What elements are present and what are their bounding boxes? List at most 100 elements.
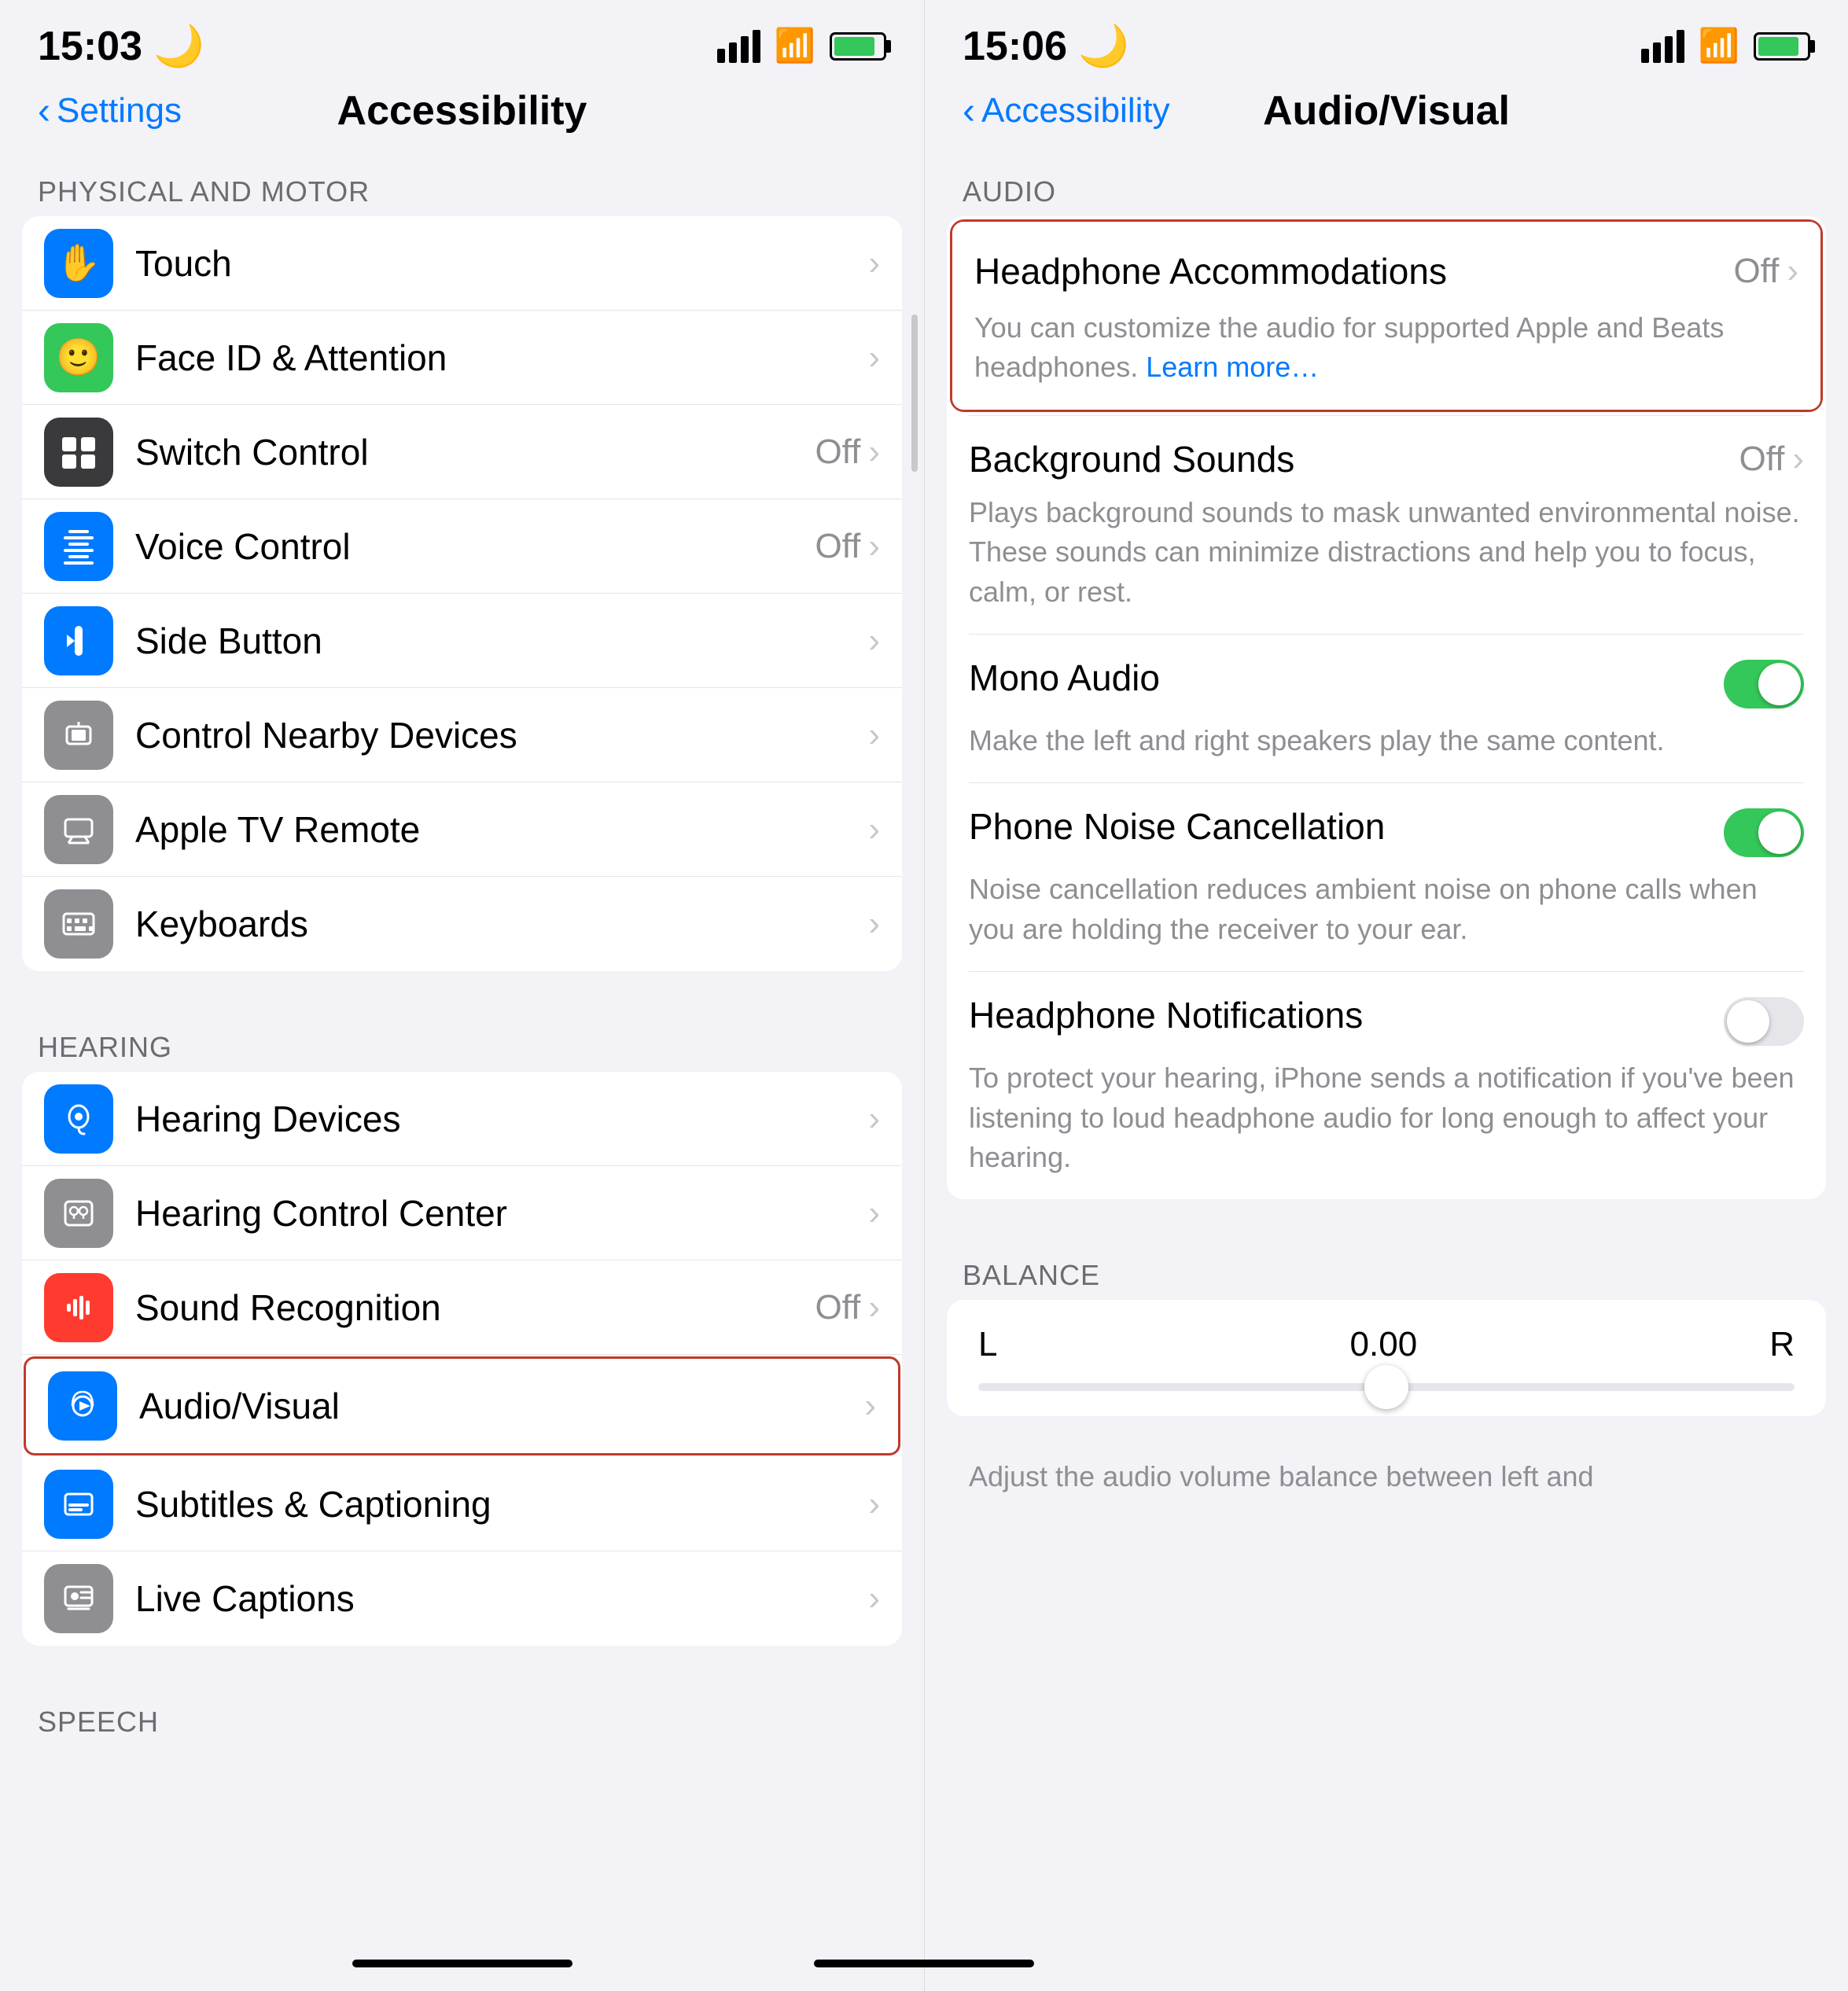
headphone-accommodations-sub: You can customize the audio for supporte… [952, 308, 1820, 410]
bar2 [1653, 42, 1661, 63]
background-sounds-value: Off [1739, 440, 1784, 479]
apple-tv-label: Apple TV Remote [135, 808, 420, 851]
right-status-icons: 📶 [1641, 27, 1810, 65]
live-captions-item[interactable]: Live Captions › [22, 1551, 902, 1646]
hearing-control-center-label: Hearing Control Center [135, 1192, 507, 1235]
toggle-thumb [1758, 663, 1801, 705]
headphone-accommodations-item[interactable]: Headphone Accommodations Off › [952, 222, 1820, 308]
voice-control-value: Off [815, 527, 860, 566]
chevron-right-icon: › [868, 810, 880, 849]
phone-noise-cancellation-label: Phone Noise Cancellation [969, 805, 1385, 848]
right-home-indicator [814, 1960, 1034, 1967]
right-wifi-icon: 📶 [1699, 27, 1739, 65]
chevron-right-icon: › [1792, 440, 1804, 479]
bar2 [729, 42, 737, 63]
section-physical-header: PHYSICAL AND MOTOR [0, 153, 924, 216]
right-moon-icon: 🌙 [1078, 22, 1129, 70]
sound-recognition-item[interactable]: Sound Recognition Off › [22, 1260, 902, 1355]
balance-value: 0.00 [1350, 1325, 1418, 1364]
chevron-right-icon: › [868, 432, 880, 472]
chevron-right-icon: › [864, 1386, 876, 1426]
bar3 [741, 36, 749, 63]
right-status-time: 15:06 🌙 [963, 22, 1129, 70]
headphone-accommodations-value: Off [1733, 252, 1779, 291]
background-sounds-item[interactable]: Background Sounds Off › [947, 416, 1826, 480]
battery-icon [830, 32, 886, 61]
left-nav-bar: ‹ Settings Accessibility [0, 78, 924, 153]
touch-item[interactable]: ✋ Touch › [22, 216, 902, 311]
left-status-icons: 📶 [717, 27, 886, 65]
keyboards-item[interactable]: Keyboards › [22, 877, 902, 971]
left-phone-panel: 15:03 🌙 📶 ‹ Settings Accessibility PHYSI… [0, 0, 924, 1991]
chevron-right-icon: › [868, 904, 880, 944]
signal-bars-icon [717, 30, 760, 63]
headphone-notifications-sub: To protect your hearing, iPhone sends a … [947, 1046, 1826, 1199]
right-phone-panel: 15:06 🌙 📶 ‹ Accessibility Audio/Visual A… [924, 0, 1848, 1991]
control-nearby-label: Control Nearby Devices [135, 714, 517, 756]
toggle-thumb [1727, 1000, 1769, 1043]
voice-control-item[interactable]: Voice Control Off › [22, 499, 902, 594]
balance-left-label: L [978, 1325, 997, 1364]
hearing-devices-item[interactable]: Hearing Devices › [22, 1072, 902, 1166]
right-page-title: Audio/Visual [1263, 87, 1510, 134]
subtitles-captioning-icon [44, 1470, 113, 1539]
section-speech-header: SPEECH [0, 1684, 924, 1746]
chevron-right-icon: › [868, 1194, 880, 1233]
hearing-devices-icon [44, 1084, 113, 1154]
left-status-bar: 15:03 🌙 📶 [0, 0, 924, 78]
right-back-button[interactable]: ‹ Accessibility [963, 90, 1170, 133]
balance-right-label: R [1769, 1325, 1795, 1364]
back-button[interactable]: ‹ Settings [38, 90, 182, 133]
mono-audio-item[interactable]: Mono Audio [947, 635, 1826, 708]
chevron-right-icon: › [1787, 252, 1798, 291]
section-hearing-header: HEARING [0, 1009, 924, 1072]
headphone-notifications-item[interactable]: Headphone Notifications [947, 972, 1826, 1046]
balance-slider-thumb[interactable] [1364, 1365, 1408, 1409]
right-signal-bars-icon [1641, 30, 1684, 63]
headphone-notifications-toggle[interactable] [1724, 997, 1804, 1046]
phone-noise-cancellation-sub: Noise cancellation reduces ambient noise… [947, 857, 1826, 971]
audio-visual-item[interactable]: Audio/Visual › [24, 1356, 900, 1456]
control-nearby-item[interactable]: Control Nearby Devices › [22, 688, 902, 782]
page-title: Accessibility [337, 87, 587, 134]
headphone-notifications-label: Headphone Notifications [969, 994, 1363, 1036]
touch-icon: ✋ [44, 229, 113, 298]
switch-control-item[interactable]: Switch Control Off › [22, 405, 902, 499]
chevron-right-icon: › [868, 527, 880, 566]
faceid-icon: 🙂 [44, 323, 113, 392]
home-indicator [352, 1960, 572, 1967]
sound-recognition-icon [44, 1273, 113, 1342]
phone-noise-cancellation-item[interactable]: Phone Noise Cancellation [947, 783, 1826, 857]
left-status-time: 15:03 🌙 [38, 22, 204, 70]
right-battery-icon [1754, 32, 1810, 61]
switch-control-icon [44, 418, 113, 487]
apple-tv-item[interactable]: Apple TV Remote › [22, 782, 902, 877]
side-button-item[interactable]: Side Button › [22, 594, 902, 688]
balance-slider[interactable] [978, 1383, 1795, 1391]
wifi-icon: 📶 [775, 27, 815, 65]
scroll-indicator[interactable] [911, 315, 918, 472]
back-chevron-icon: ‹ [38, 90, 50, 133]
toggle-thumb [1758, 811, 1801, 854]
chevron-right-icon: › [868, 1579, 880, 1618]
audio-visual-icon [48, 1371, 117, 1441]
moon-icon: 🌙 [153, 22, 204, 70]
switch-control-value: Off [815, 432, 860, 472]
learn-more-link[interactable]: Learn more… [1146, 351, 1319, 383]
control-nearby-icon [44, 701, 113, 770]
subtitles-captioning-item[interactable]: Subtitles & Captioning › [22, 1457, 902, 1551]
bar3 [1665, 36, 1673, 63]
keyboards-icon [44, 889, 113, 959]
chevron-right-icon: › [868, 1485, 880, 1524]
bar1 [717, 49, 725, 63]
phone-noise-cancellation-toggle[interactable] [1724, 808, 1804, 857]
chevron-right-icon: › [868, 1099, 880, 1139]
mono-audio-toggle[interactable] [1724, 660, 1804, 708]
subtitles-captioning-label: Subtitles & Captioning [135, 1483, 491, 1525]
chevron-right-icon: › [868, 338, 880, 377]
apple-tv-icon [44, 795, 113, 864]
hearing-control-center-item[interactable]: Hearing Control Center › [22, 1166, 902, 1260]
right-audio-header: AUDIO [925, 153, 1848, 216]
faceid-item[interactable]: 🙂 Face ID & Attention › [22, 311, 902, 405]
live-captions-icon [44, 1564, 113, 1633]
